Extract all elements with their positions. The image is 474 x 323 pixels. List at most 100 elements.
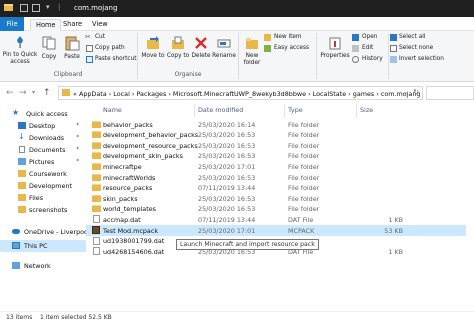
nav-item-onedrive[interactable]: OneDrive - Liverpool bbox=[0, 226, 90, 238]
easy-access-button[interactable]: Easy access bbox=[264, 44, 314, 54]
file-date: 25/03/2020 16:53 bbox=[198, 152, 256, 161]
file-row[interactable]: development_behavior_packs 25/03/2020 16:… bbox=[86, 130, 466, 141]
select-all-icon bbox=[390, 34, 397, 41]
nav-item-this-pc[interactable]: This PC bbox=[0, 240, 86, 252]
folder-icon bbox=[92, 162, 101, 170]
tab-home[interactable]: Home bbox=[30, 19, 62, 31]
address-bar[interactable]: « AppData › Local › Packages › Microsoft… bbox=[58, 86, 423, 100]
tab-file[interactable]: File bbox=[0, 17, 24, 31]
open-button[interactable]: Open bbox=[352, 33, 388, 43]
copy-button[interactable]: Copy bbox=[38, 33, 60, 69]
file-date: 25/03/2020 16:53 bbox=[198, 141, 256, 150]
file-type: File folder bbox=[288, 141, 320, 150]
folder-icon bbox=[92, 120, 101, 128]
nav-item-files[interactable]: Files bbox=[0, 192, 86, 204]
pin-icon: ✦ bbox=[75, 146, 80, 152]
new-folder-quick-icon[interactable] bbox=[32, 4, 40, 12]
nav-item-network[interactable]: Network bbox=[0, 260, 86, 272]
copy-to-button[interactable]: Copy to bbox=[166, 33, 190, 69]
copy-to-icon bbox=[172, 36, 184, 49]
address-dropdown-icon[interactable]: ⌄ bbox=[403, 89, 408, 96]
star-icon: ★ bbox=[12, 108, 20, 117]
selection-info: 1 item selected 52.5 KB bbox=[40, 314, 112, 321]
item-count: 13 items bbox=[6, 314, 33, 321]
paste-button[interactable]: Paste bbox=[61, 33, 83, 69]
column-divider[interactable] bbox=[284, 104, 285, 118]
select-all-button[interactable]: Select all bbox=[390, 33, 470, 43]
file-row[interactable]: development_resource_packs 25/03/2020 16:… bbox=[86, 140, 466, 151]
file-date: 25/03/2020 16:53 bbox=[198, 173, 256, 182]
folder-icon bbox=[18, 206, 26, 213]
forward-arrow-icon[interactable]: → bbox=[19, 88, 27, 98]
pictures-icon bbox=[18, 158, 26, 165]
recent-locations-chevron-icon[interactable]: ▾ bbox=[32, 89, 35, 96]
new-item-icon bbox=[264, 34, 271, 41]
folder-icon bbox=[18, 170, 26, 177]
nav-item-desktop[interactable]: Desktop ✦ bbox=[0, 120, 86, 132]
search-input[interactable] bbox=[426, 86, 474, 100]
nav-item-screenshots[interactable]: screenshots bbox=[0, 204, 86, 216]
column-header-name[interactable]: Name bbox=[103, 104, 122, 118]
refresh-icon[interactable]: ↻ bbox=[413, 88, 419, 96]
rename-button[interactable]: Rename bbox=[212, 33, 236, 69]
nav-item-pictures[interactable]: Pictures ✦ bbox=[0, 156, 86, 168]
new-item-button[interactable]: New item bbox=[264, 33, 314, 43]
column-divider[interactable] bbox=[356, 104, 357, 118]
file-row[interactable]: resource_packs 07/11/2019 13:44 File folde… bbox=[86, 183, 466, 194]
file-type: File folder bbox=[288, 184, 320, 193]
file-row[interactable]: behavior_packs 25/03/2020 16:14 File folde… bbox=[86, 119, 466, 130]
move-to-button[interactable]: Move to bbox=[141, 33, 165, 69]
nav-item-development[interactable]: Development bbox=[0, 180, 86, 192]
cut-button[interactable]: ✂ Cut bbox=[85, 33, 133, 43]
ribbon: Pin to Quick access Copy Paste ✂ Cut Cop… bbox=[0, 31, 474, 82]
scissors-icon: ✂ bbox=[85, 33, 91, 41]
breadcrumb[interactable]: « AppData › Local › Packages › Microsoft… bbox=[73, 90, 420, 98]
copy-path-button[interactable]: Copy path bbox=[85, 44, 133, 54]
nav-item-quick-access[interactable]: ★ Quick access bbox=[0, 108, 86, 120]
file-date: 25/03/2020 16:53 bbox=[198, 205, 256, 214]
folder-icon bbox=[18, 194, 26, 201]
clipboard-group-label: Clipboard bbox=[53, 71, 83, 78]
back-arrow-icon[interactable]: ← bbox=[6, 88, 14, 98]
up-arrow-icon[interactable]: ↑ bbox=[43, 88, 51, 98]
properties-quick-icon[interactable] bbox=[20, 4, 28, 12]
tab-view[interactable]: View bbox=[87, 19, 113, 31]
ribbon-divider bbox=[316, 33, 317, 79]
file-name: minecraftWorlds bbox=[103, 173, 156, 182]
folder-icon bbox=[92, 141, 101, 149]
column-divider[interactable] bbox=[194, 104, 195, 118]
file-row[interactable]: skin_packs 25/03/2020 16:53 File folder bbox=[86, 193, 466, 204]
file-type: DAT File bbox=[288, 215, 314, 224]
folder-icon bbox=[92, 194, 101, 202]
computer-icon bbox=[12, 242, 20, 249]
column-header-size[interactable]: Size bbox=[360, 104, 373, 118]
file-row[interactable]: accmap.dat 07/11/2019 13:44 DAT File 1 KB bbox=[86, 214, 466, 225]
new-folder-button[interactable]: New folder bbox=[241, 33, 263, 71]
column-header-date[interactable]: Date modified bbox=[198, 104, 243, 118]
customize-quick-access-icon[interactable]: ▾ bbox=[46, 3, 50, 11]
file-row[interactable]: development_skin_packs 25/03/2020 16:53 Fi… bbox=[86, 151, 466, 162]
nav-item-documents[interactable]: Documents ✦ bbox=[0, 144, 86, 156]
paste-shortcut-button[interactable]: Paste shortcut bbox=[85, 55, 137, 65]
column-header-type[interactable]: Type bbox=[288, 104, 303, 118]
file-name: development_behavior_packs bbox=[103, 131, 199, 140]
pin-icon: ✦ bbox=[75, 158, 80, 164]
nav-item-coursework[interactable]: Coursework bbox=[0, 168, 86, 180]
file-row[interactable]: minecraftpe 25/03/2020 17:01 File folder bbox=[86, 161, 466, 172]
invert-selection-button[interactable]: Invert selection bbox=[390, 55, 472, 65]
nav-item-downloads[interactable]: ↓ Downloads ✦ bbox=[0, 132, 86, 144]
properties-button[interactable]: Properties bbox=[320, 33, 350, 71]
pin-to-quick-access-button[interactable]: Pin to Quick access bbox=[2, 33, 38, 69]
file-name: accmap.dat bbox=[103, 215, 141, 224]
delete-button[interactable]: Delete bbox=[191, 33, 211, 69]
select-none-button[interactable]: Select none bbox=[390, 44, 470, 54]
copy-path-icon bbox=[86, 45, 93, 52]
history-button[interactable]: History bbox=[352, 55, 388, 65]
tooltip: Launch Minecraft and import resource pac… bbox=[176, 239, 319, 250]
file-row[interactable]: Test Mod.mcpack 25/03/2020 17:01 MCPACK 53 … bbox=[86, 225, 466, 236]
file-name: development_resource_packs bbox=[103, 141, 198, 150]
edit-button[interactable]: Edit bbox=[352, 44, 388, 54]
file-row[interactable]: minecraftWorlds 25/03/2020 16:53 File fold… bbox=[86, 172, 466, 183]
tab-share[interactable]: Share bbox=[58, 19, 87, 31]
file-row[interactable]: world_templates 25/03/2020 16:53 File fold… bbox=[86, 204, 466, 215]
